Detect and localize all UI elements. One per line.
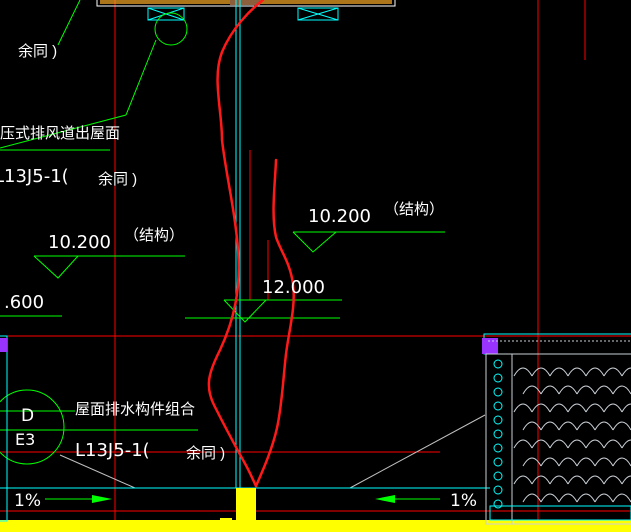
elevation-right-note: （结构） [384,201,444,218]
elevation-right-value: 10.200 [308,206,371,227]
elevation-left-value: 10.200 [48,232,111,253]
drain-title: 屋面排水构件组合 [75,401,195,418]
drain-note: 余同 ) [186,444,225,462]
exhaust-ref: L13J5-1( [0,166,69,187]
elevation-center-value: 12.000 [262,277,325,298]
slope-right-label: 1% [450,491,477,511]
detail-letter: D [21,406,34,426]
exhaust-title: 压式排风道出屋面 [0,125,120,142]
cad-drawing-canvas: 余同 ) 压式排风道出屋面 L13J5-1( 余同 ) 10.200 （结构） … [0,0,631,532]
exhaust-note: 余同 ) [98,170,137,188]
drain-ref: L13J5-1( [75,440,150,461]
detail-sheet: E3 [15,430,35,449]
slope-left-label: 1% [14,491,41,511]
elevation-left-note: （结构） [124,227,184,244]
note-top: 余同 ) [18,42,57,60]
elevation-partial-value: .600 [4,292,44,313]
